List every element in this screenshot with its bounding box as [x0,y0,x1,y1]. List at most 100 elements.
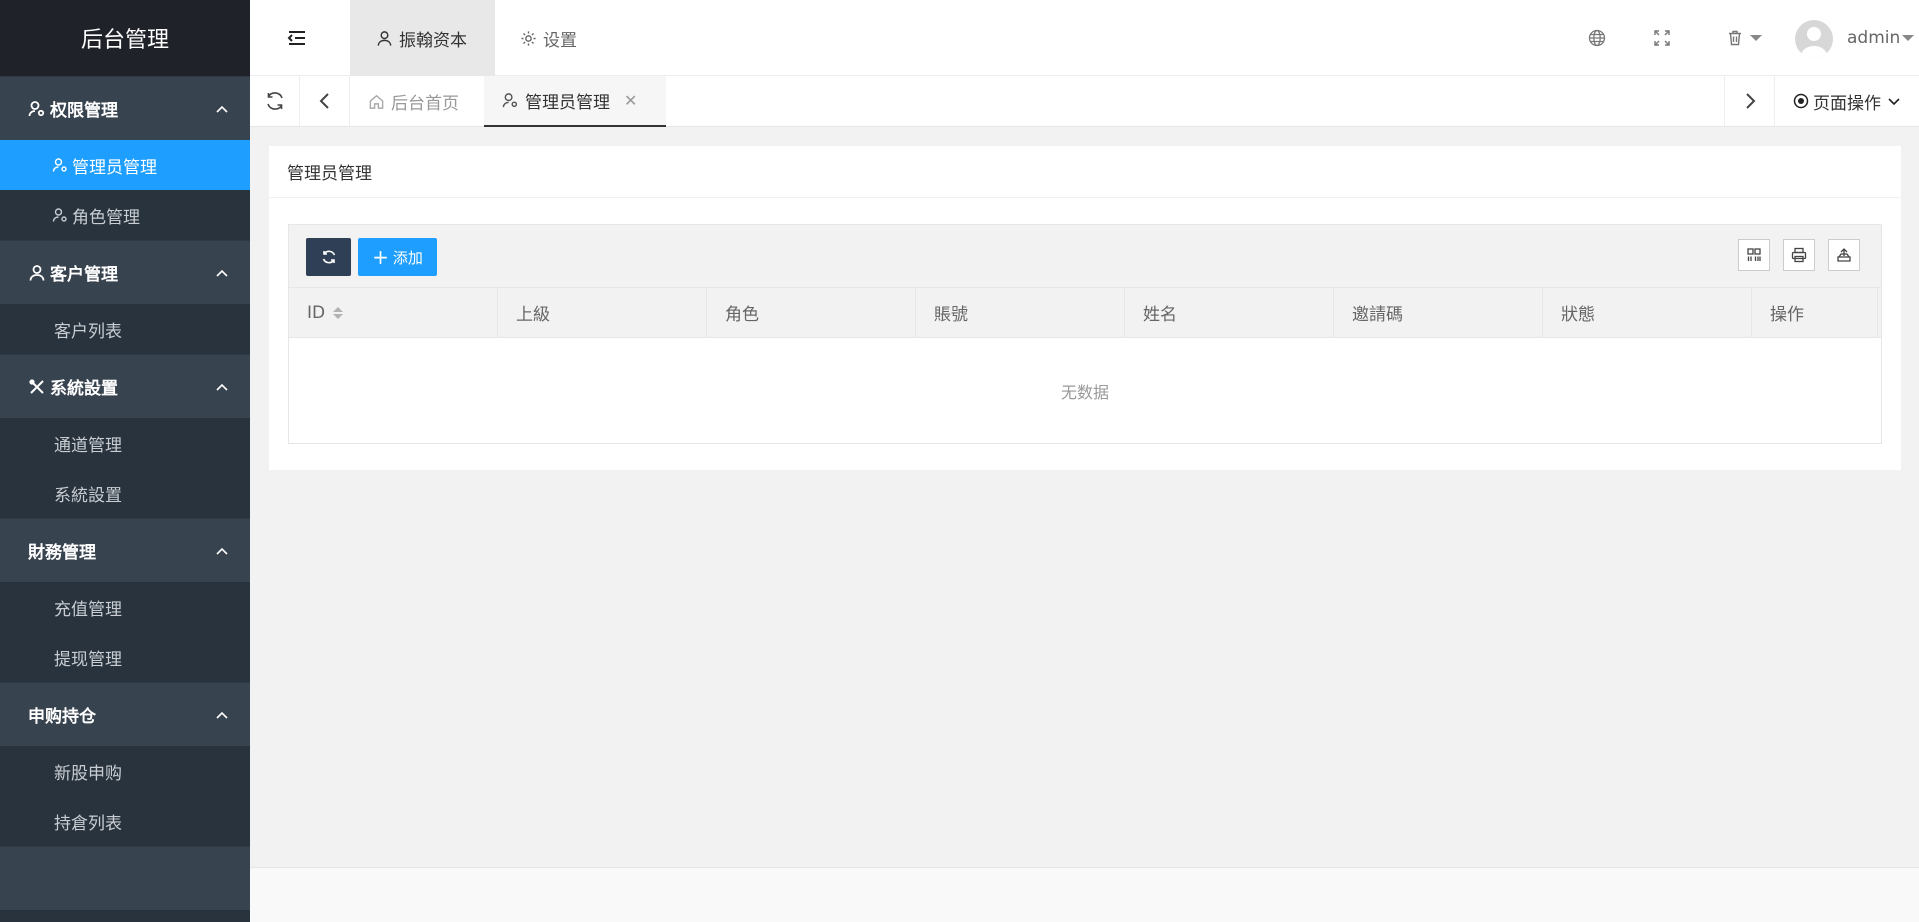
sidebar-item-channel-management[interactable]: 通道管理 [0,418,250,468]
column-header-name: 姓名 [1125,288,1334,337]
sidebar-group-more[interactable] [0,846,250,910]
user-gear-icon [28,100,46,118]
chevron-left-icon [319,93,329,109]
export-button[interactable] [1828,239,1860,271]
sidebar-item-new-stock-subscription[interactable]: 新股申购 [0,746,250,796]
user-icon [377,30,392,46]
scroll-left-button[interactable] [300,76,350,126]
user-gear-icon [52,157,68,173]
sidebar-group-label: 客户管理 [50,265,118,285]
refresh-icon [322,250,335,264]
column-header-id[interactable]: ID [289,288,498,337]
refresh-tab-button[interactable] [250,76,300,126]
radio-dot-icon [1793,93,1809,109]
refresh-icon [266,92,283,110]
sidebar-item-withdraw-management[interactable]: 提现管理 [0,632,250,682]
chevron-up-icon [216,105,228,113]
chevron-down-icon [1888,98,1900,106]
sidebar-item-label: 充值管理 [54,599,122,620]
sidebar-item-label: 管理员管理 [72,157,157,178]
avatar[interactable] [1795,20,1833,58]
sidebar: 后台管理 权限管理 管理员管理 角色管理 客户管理 客户列表 系統設置 通道管理… [0,0,250,922]
sidebar-item-position-list[interactable]: 持倉列表 [0,796,250,846]
top-header: 振翰资本 设置 admin [250,0,1919,76]
chevron-right-icon [1745,93,1755,109]
plus-icon: + [372,245,389,269]
sidebar-item-label: 客户列表 [54,321,122,342]
close-icon[interactable]: ✕ [624,91,637,110]
home-icon [369,94,384,109]
user-gear-icon [502,93,518,108]
column-header-account: 賬號 [916,288,1125,337]
sort-icon[interactable] [333,306,344,319]
sidebar-group-label: 財務管理 [28,543,96,563]
sidebar-item-admin-management[interactable]: 管理员管理 [0,140,250,190]
tab-zhenhan-capital[interactable]: 振翰资本 [350,0,495,76]
sidebar-group-permissions[interactable]: 权限管理 [0,76,250,140]
data-table: + 添加 ID 上級 角色 賬號 姓名 邀請碼 狀態 操作 无数据 [288,224,1882,444]
user-gear-icon [52,207,68,223]
trash-icon[interactable] [1726,29,1744,47]
sidebar-item-role-management[interactable]: 角色管理 [0,190,250,240]
print-icon [1791,247,1807,263]
sidebar-group-label: 系統設置 [50,379,118,399]
column-header-role: 角色 [707,288,916,337]
column-header-actions: 操作 [1752,288,1878,337]
menu-collapse-icon[interactable] [286,27,308,49]
tools-icon [28,378,46,396]
sidebar-item-customer-list[interactable]: 客户列表 [0,304,250,354]
chevron-up-icon [216,269,228,277]
sidebar-group-finance[interactable]: 財務管理 [0,518,250,582]
tab-settings[interactable]: 设置 [520,0,577,76]
user-icon [28,264,46,282]
scroll-right-button[interactable] [1724,76,1774,126]
refresh-button[interactable] [306,238,351,276]
sidebar-group-label: 权限管理 [50,101,118,121]
sidebar-item-label: 通道管理 [54,435,122,456]
chevron-up-icon [216,383,228,391]
sidebar-item-label: 角色管理 [72,207,140,228]
print-button[interactable] [1783,239,1815,271]
chevron-up-icon [216,711,228,719]
tab-label: 后台首页 [391,94,459,114]
columns-filter-button[interactable] [1738,239,1770,271]
tab-dashboard-home[interactable]: 后台首页 [350,76,484,127]
chevron-up-icon [216,547,228,555]
export-icon [1837,248,1851,262]
tab-admin-management[interactable]: 管理员管理 ✕ [484,76,666,127]
sidebar-item-recharge-management[interactable]: 充值管理 [0,582,250,632]
caret-down-icon[interactable] [1750,33,1762,43]
empty-state: 无数据 [1060,382,1109,402]
page-title: 管理员管理 [269,146,1901,198]
tab-label: 振翰资本 [399,30,467,51]
fullscreen-icon[interactable] [1653,29,1671,47]
page-operations-dropdown[interactable]: 页面操作 [1774,76,1919,126]
sidebar-group-customers[interactable]: 客户管理 [0,240,250,304]
sidebar-group-subscription[interactable]: 申购持仓 [0,682,250,746]
sidebar-group-label: 申购持仓 [28,707,96,727]
sidebar-item-label: 提现管理 [54,649,122,670]
app-logo: 后台管理 [0,0,250,76]
sidebar-item-system-settings[interactable]: 系統設置 [0,468,250,518]
sidebar-item-label: 持倉列表 [54,813,122,834]
user-name[interactable]: admin [1847,28,1900,48]
columns-icon [1747,248,1761,261]
tab-label: 设置 [543,30,577,51]
column-header-parent: 上級 [498,288,707,337]
caret-down-icon[interactable] [1902,33,1914,43]
sidebar-item-label: 系統設置 [54,485,122,506]
sidebar-item-label: 新股申购 [54,763,122,784]
page-operations-label: 页面操作 [1813,93,1881,114]
content-card: 管理员管理 + 添加 ID 上級 角色 賬號 姓名 邀請碼 狀態 操作 无数据 [269,146,1901,470]
globe-icon[interactable] [1588,29,1606,47]
column-header-status: 狀態 [1543,288,1752,337]
sidebar-group-system-settings[interactable]: 系統設置 [0,354,250,418]
table-header: ID 上級 角色 賬號 姓名 邀請碼 狀態 操作 [289,288,1881,338]
footer [250,867,1919,922]
gear-icon [521,30,536,46]
add-button[interactable]: + 添加 [358,238,437,276]
table-toolbar: + 添加 [289,225,1881,288]
tab-label: 管理员管理 [525,93,610,113]
column-header-invite-code: 邀請碼 [1334,288,1543,337]
page-tabbar: 后台首页 管理员管理 ✕ 页面操作 [250,76,1919,127]
